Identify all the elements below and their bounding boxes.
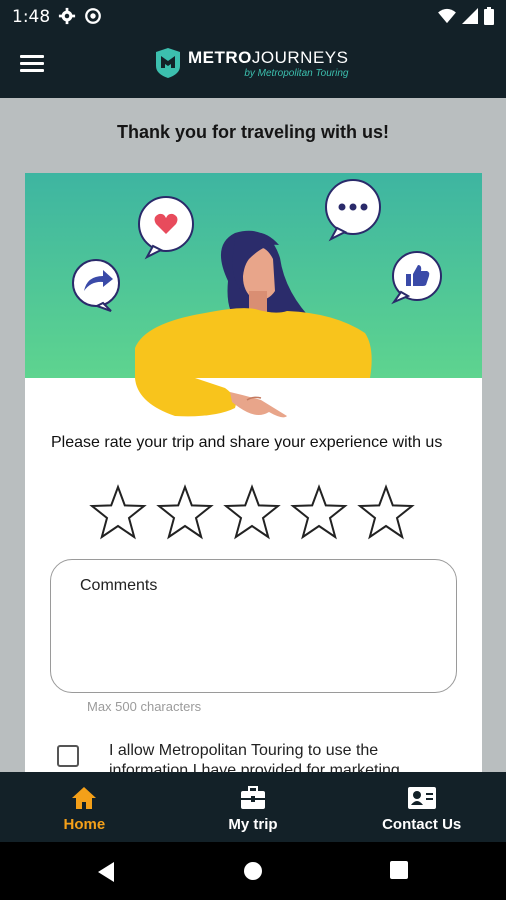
battery-icon [484,7,494,25]
nav-my-trip[interactable]: My trip [169,772,338,842]
wifi-icon [438,8,456,24]
marketing-consent-checkbox[interactable] [57,745,79,767]
nav-home-label: Home [63,816,106,833]
metro-journeys-logo-icon [156,48,180,78]
nav-home[interactable]: Home [0,772,169,842]
sync-icon [85,8,101,24]
logo-subtitle: by Metropolitan Touring [244,68,349,79]
star-2-icon[interactable] [156,484,214,542]
status-right-icons [438,7,494,25]
star-4-icon[interactable] [290,484,348,542]
logo-light: JOURNEYS [251,48,349,67]
hamburger-menu-icon[interactable] [20,52,50,80]
home-icon [72,787,97,809]
heart-bubble-icon [138,196,194,260]
comments-field[interactable]: Comments [50,559,457,693]
nav-my-trip-label: My trip [228,816,278,833]
feedback-card: Please rate your trip and share your exp… [25,173,482,772]
hero-illustration [25,173,482,378]
status-left-icons [58,7,102,25]
star-5-icon[interactable] [357,484,415,542]
comments-label: Comments [80,577,158,594]
status-bar: 1:48 [0,0,506,33]
share-bubble-icon [72,259,120,312]
brand-logo: METROJOURNEYS by Metropolitan Touring [154,48,348,80]
status-time: 1:48 [12,7,51,27]
back-icon[interactable] [96,861,116,883]
hero-lower [25,378,482,428]
bottom-navigation: Home My trip Contact Us [0,772,506,842]
star-rating [89,484,415,542]
recents-icon[interactable] [390,861,408,879]
star-3-icon[interactable] [223,484,281,542]
app-bar: METROJOURNEYS by Metropolitan Touring [0,33,506,98]
signal-icon [462,8,478,24]
woman-feedback-illustration [72,179,442,378]
hand-pointing-illustration [135,378,287,418]
gear-icon [58,7,76,25]
briefcase-icon [241,786,265,809]
marketing-consent-text: I allow Metropolitan Touring to use the … [109,742,400,772]
chat-dots-bubble-icon [325,179,381,242]
home-circle-icon[interactable] [243,861,263,881]
star-1-icon[interactable] [89,484,147,542]
page-title: Thank you for traveling with us! [116,122,390,142]
feedback-content: Thank you for traveling with us! Please … [0,98,506,772]
system-navigation-bar [0,842,506,900]
comments-helper-text: Max 500 characters [87,699,202,714]
contact-card-icon [407,787,436,809]
rating-prompt: Please rate your trip and share your exp… [51,434,443,451]
thumbs-up-bubble-icon [391,251,442,305]
logo-bold: METRO [188,48,252,67]
nav-contact-us-label: Contact Us [382,816,462,833]
nav-contact-us[interactable]: Contact Us [337,772,506,842]
